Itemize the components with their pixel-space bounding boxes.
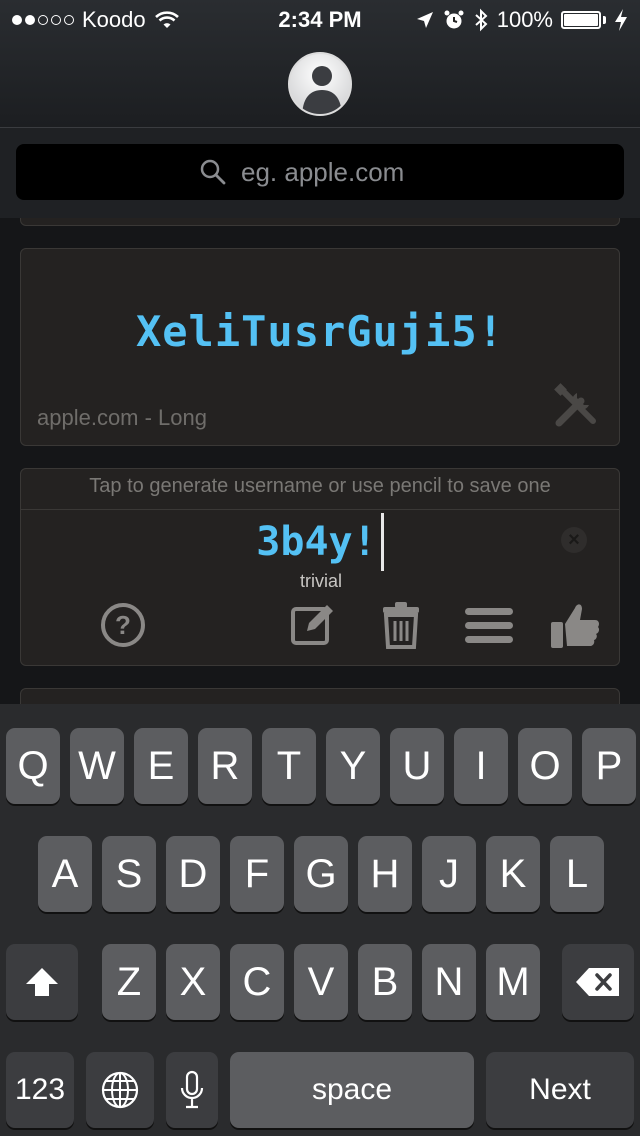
letter-key[interactable]: Y xyxy=(326,728,380,804)
charging-bolt-icon xyxy=(615,9,627,31)
strength-label: trivial xyxy=(299,571,342,591)
letter-key[interactable]: G xyxy=(294,836,348,912)
main-content: XeliTusrGuji5! apple.com - Long Tap to g… xyxy=(0,218,640,704)
microphone-icon xyxy=(180,1070,204,1109)
keyboard: 123 space Next QWERTYUIOP ASDFGHJKL ZXCVBN… xyxy=(0,704,640,1136)
letter-key[interactable]: C xyxy=(230,944,284,1020)
next-card xyxy=(20,688,620,704)
letter-key[interactable]: B xyxy=(358,944,412,1020)
battery-body xyxy=(561,11,601,29)
letter-key[interactable]: V xyxy=(294,944,348,1020)
trash-icon xyxy=(383,602,419,649)
shift-key[interactable] xyxy=(6,944,78,1020)
username-field[interactable]: 3b4y! xyxy=(21,513,619,571)
signal-strength xyxy=(12,15,74,25)
help-icon: ? xyxy=(101,603,145,647)
letter-key[interactable]: F xyxy=(230,836,284,912)
password-card[interactable]: XeliTusrGuji5! apple.com - Long xyxy=(20,248,620,446)
bluetooth-icon xyxy=(475,8,488,32)
signal-dot xyxy=(25,15,35,25)
next-key[interactable]: Next xyxy=(486,1052,634,1128)
signal-dot xyxy=(64,15,74,25)
svg-text:?: ? xyxy=(115,610,131,640)
letter-key[interactable]: O xyxy=(518,728,572,804)
letter-key[interactable]: W xyxy=(70,728,124,804)
backspace-key[interactable] xyxy=(562,944,634,1020)
letter-key[interactable]: Q xyxy=(6,728,60,804)
globe-icon xyxy=(101,1071,139,1109)
letter-key[interactable]: S xyxy=(102,836,156,912)
search-box[interactable] xyxy=(16,144,624,200)
letter-key[interactable]: K xyxy=(486,836,540,912)
username-card: Tap to generate username or use pencil t… xyxy=(20,468,620,666)
letter-key[interactable]: I xyxy=(454,728,508,804)
edit-button[interactable] xyxy=(285,597,341,653)
letter-key[interactable]: D xyxy=(166,836,220,912)
search-input[interactable] xyxy=(241,156,441,188)
status-left: Koodo xyxy=(12,7,180,33)
letter-key[interactable]: Z xyxy=(102,944,156,1020)
username-hint[interactable]: Tap to generate username or use pencil t… xyxy=(21,475,619,498)
menu-button[interactable] xyxy=(461,597,517,653)
letter-key[interactable]: U xyxy=(390,728,444,804)
clear-icon[interactable]: × xyxy=(561,527,587,553)
status-right: 100% xyxy=(415,7,628,33)
letter-key[interactable]: N xyxy=(422,944,476,1020)
alarm-clock-icon xyxy=(444,10,464,29)
letter-key[interactable]: P xyxy=(582,728,636,804)
letter-key[interactable]: L xyxy=(550,836,604,912)
wifi-icon xyxy=(154,11,179,28)
menu-icon xyxy=(465,608,513,643)
shift-arrow-icon xyxy=(26,968,58,996)
wrench-screwdriver-icon[interactable] xyxy=(551,381,601,431)
location-arrow-icon xyxy=(416,12,433,28)
letter-key[interactable]: T xyxy=(262,728,316,804)
carrier-name: Koodo xyxy=(82,7,146,32)
letter-key[interactable]: R xyxy=(198,728,252,804)
battery-percent: 100% xyxy=(496,7,553,32)
site-label: apple.com - Long xyxy=(37,405,207,430)
battery-fill xyxy=(564,14,598,26)
globe-key[interactable] xyxy=(86,1052,154,1128)
delete-button[interactable] xyxy=(373,597,429,653)
battery-tip xyxy=(603,16,606,24)
letter-key[interactable]: M xyxy=(486,944,540,1020)
numbers-key[interactable]: 123 xyxy=(6,1052,74,1128)
edit-icon xyxy=(291,605,333,645)
signal-dot xyxy=(51,15,61,25)
battery-icon xyxy=(561,11,606,29)
search-bar-container xyxy=(0,128,640,218)
username-toolbar: ? xyxy=(21,597,619,653)
space-key[interactable]: space xyxy=(230,1052,474,1128)
backspace-icon xyxy=(576,968,619,996)
avatar[interactable] xyxy=(288,52,352,116)
username-text[interactable]: 3b4y! xyxy=(256,519,376,565)
help-button[interactable]: ? xyxy=(95,597,151,653)
text-cursor xyxy=(380,513,384,571)
signal-dot xyxy=(38,15,48,25)
letter-key[interactable]: H xyxy=(358,836,412,912)
status-bar: Koodo 2:34 PM 100% xyxy=(0,0,640,40)
user-silhouette-icon xyxy=(302,66,342,114)
signal-dot xyxy=(12,15,22,25)
dictation-key[interactable] xyxy=(166,1052,218,1128)
letter-key[interactable]: E xyxy=(134,728,188,804)
letter-key[interactable]: J xyxy=(422,836,476,912)
search-icon xyxy=(200,159,226,185)
divider xyxy=(21,509,619,510)
letter-key[interactable]: X xyxy=(166,944,220,1020)
thumbs-up-icon xyxy=(551,604,600,648)
approve-button[interactable] xyxy=(547,597,603,653)
previous-card xyxy=(20,218,620,226)
letter-key[interactable]: A xyxy=(38,836,92,912)
generated-password[interactable]: XeliTusrGuji5! xyxy=(21,307,619,356)
